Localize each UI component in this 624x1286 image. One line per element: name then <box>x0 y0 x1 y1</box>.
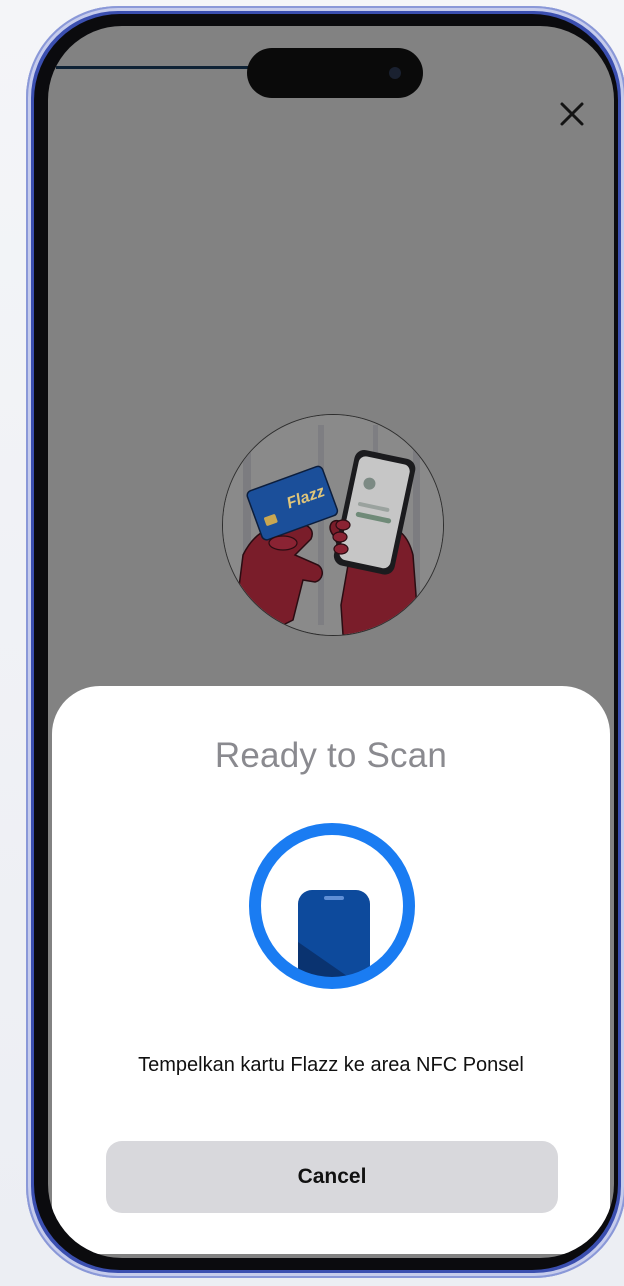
camera-lens-icon <box>389 67 401 79</box>
cancel-button[interactable]: Cancel <box>106 1141 558 1213</box>
instruction-text: Tempelkan kartu Flazz ke area NFC Ponsel <box>138 1054 524 1076</box>
close-icon <box>560 102 584 126</box>
sheet-title: Ready to Scan <box>214 736 448 775</box>
nfc-scan-sheet: Ready to Scan Tempelkan kartu Flazz ke a… <box>52 686 610 1254</box>
thumb <box>268 535 298 551</box>
nfc-scan-icon <box>248 822 416 990</box>
dynamic-island <box>247 48 423 98</box>
illustration-art: Flazz <box>223 415 443 635</box>
phone-screen: Flazz Ready to Scan Tempelkan kartu Flaz… <box>48 26 614 1258</box>
close-button[interactable] <box>550 92 594 136</box>
progress-indicator <box>56 66 252 69</box>
card-tap-illustration: Flazz <box>222 414 444 636</box>
